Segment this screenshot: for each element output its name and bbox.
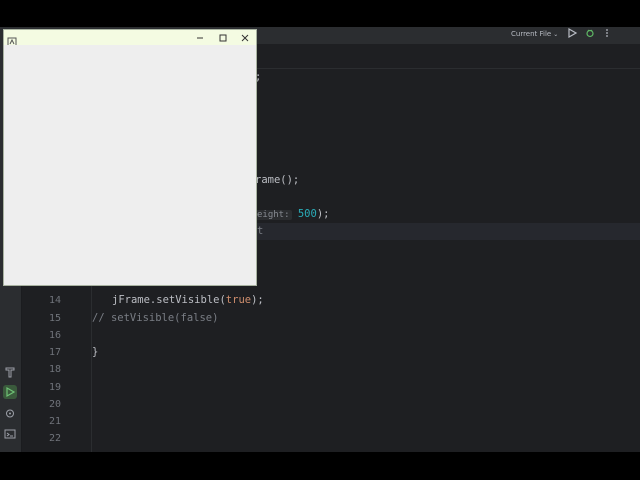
- debug-icon[interactable]: [3, 406, 17, 420]
- run-icon[interactable]: [3, 385, 17, 399]
- chevron-down-icon: ⌄: [553, 31, 559, 38]
- code-line-14: jFrame.setVisible(true);: [112, 294, 264, 306]
- code-fragment-line: eight: 500);: [255, 208, 329, 220]
- more-icon[interactable]: [600, 28, 614, 42]
- run-configuration-selector[interactable]: Current File ⌄: [511, 30, 558, 38]
- swing-window[interactable]: [3, 29, 257, 286]
- terminal-icon[interactable]: [3, 427, 17, 441]
- code-fragment: t: [257, 225, 264, 237]
- line-number: 19: [48, 382, 61, 393]
- bottom-black-bar: [0, 452, 640, 480]
- run-configuration-label: Current File: [511, 30, 552, 38]
- line-number: 18: [48, 364, 61, 375]
- keyword: true: [225, 294, 252, 306]
- line-number: 16: [48, 330, 61, 341]
- parameter-hint: eight:: [255, 210, 292, 220]
- code-line-17: }: [92, 346, 99, 358]
- number-literal: 500: [297, 208, 317, 220]
- line-number: 22: [48, 433, 61, 444]
- java-app-icon: [7, 32, 17, 47]
- swing-content-pane: [4, 45, 256, 285]
- maximize-icon[interactable]: [212, 30, 234, 45]
- line-number: 15: [48, 313, 61, 324]
- hammer-icon[interactable]: [3, 365, 17, 379]
- code-fragment: );: [316, 208, 330, 220]
- line-number: 21: [48, 416, 61, 427]
- line-number: 17: [48, 347, 61, 358]
- line-number: 14: [48, 295, 61, 306]
- code-fragment: rame();: [255, 174, 300, 186]
- screen: Current File ⌄ 14 15 16 17 18 19 20 21 2…: [0, 0, 640, 480]
- close-icon[interactable]: [234, 30, 256, 45]
- debug-icon[interactable]: [583, 28, 597, 42]
- code-text: jFrame.setVisible(: [112, 294, 226, 306]
- minimize-icon[interactable]: [189, 30, 211, 45]
- code-line-15: // setVisible(false): [92, 312, 219, 324]
- code-text: );: [251, 294, 264, 306]
- line-number: 20: [48, 399, 61, 410]
- run-icon[interactable]: [565, 27, 579, 42]
- swing-titlebar[interactable]: [4, 30, 256, 47]
